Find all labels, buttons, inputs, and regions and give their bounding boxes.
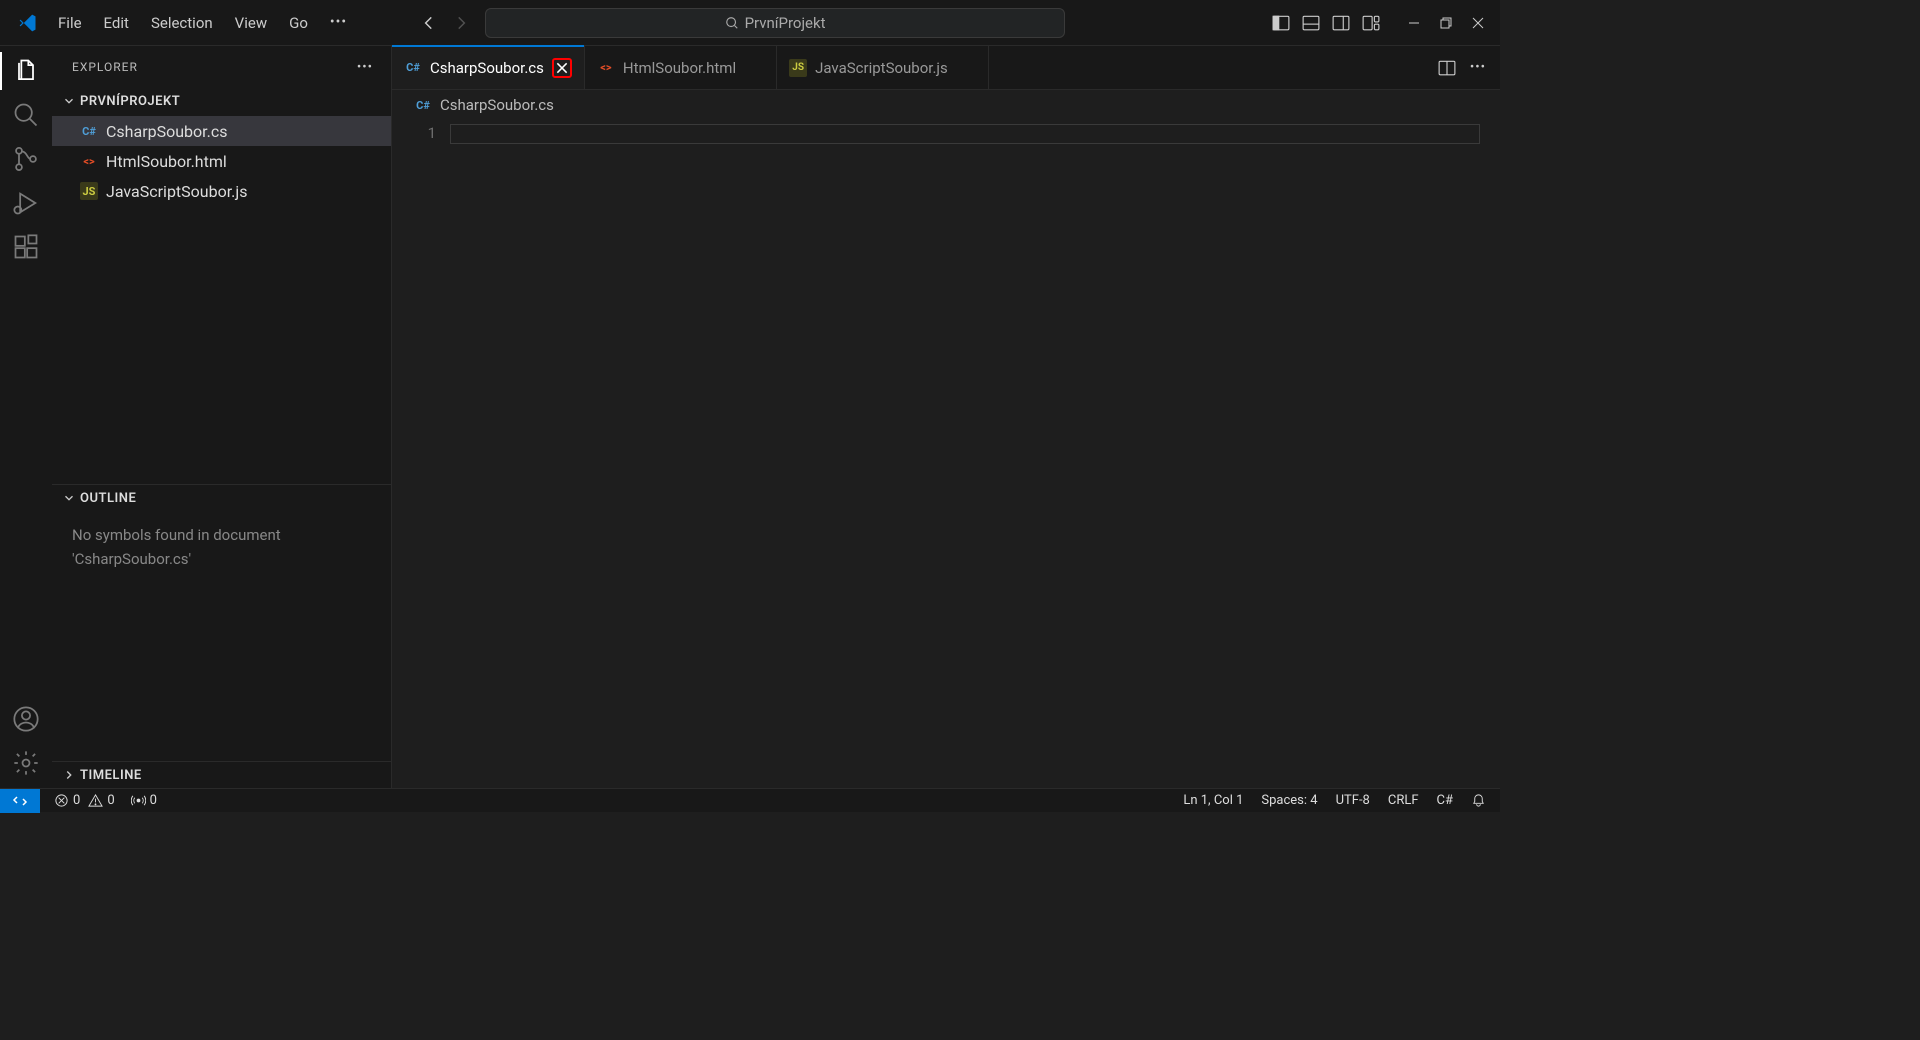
timeline-header[interactable]: TIMELINE — [52, 762, 391, 788]
js-file-icon: JS — [789, 59, 807, 77]
explorer-more-icon[interactable]: ••• — [357, 60, 373, 75]
chevron-right-icon — [62, 768, 76, 782]
csharp-file-icon: C# — [80, 122, 98, 140]
settings-activity-icon[interactable] — [11, 748, 41, 778]
ports-count: 0 — [150, 793, 157, 808]
window-controls — [1406, 15, 1486, 31]
csharp-file-icon: C# — [404, 59, 422, 77]
status-bar: 0 0 0 Ln 1, Col 1 Spaces: 4 UTF-8 CRLF C… — [0, 788, 1500, 812]
file-name: HtmlSoubor.html — [106, 152, 227, 171]
source-control-activity-icon[interactable] — [11, 144, 41, 174]
toggle-secondary-sidebar-icon[interactable] — [1332, 14, 1350, 32]
line-number: 1 — [392, 124, 436, 142]
nav-forward-icon[interactable] — [449, 11, 473, 35]
current-line-highlight — [450, 124, 1480, 144]
close-window-icon[interactable] — [1470, 15, 1486, 31]
editor-area: C# CsharpSoubor.cs <> HtmlSoubor.html JS… — [392, 46, 1500, 788]
menu-edit[interactable]: Edit — [94, 8, 139, 38]
chevron-down-icon — [62, 491, 76, 505]
command-center[interactable]: PrvníProjekt — [485, 8, 1065, 38]
tab-label: CsharpSoubor.cs — [430, 59, 544, 77]
remote-indicator-icon[interactable] — [0, 789, 40, 813]
toggle-panel-icon[interactable] — [1302, 14, 1320, 32]
search-text: PrvníProjekt — [745, 14, 826, 32]
notifications-icon[interactable] — [1471, 793, 1486, 808]
tab-html[interactable]: <> HtmlSoubor.html — [585, 46, 777, 89]
problems-status[interactable]: 0 0 — [54, 793, 115, 808]
editor-more-icon[interactable]: ••• — [1470, 60, 1486, 75]
sidebar-title: EXPLORER — [72, 60, 138, 74]
activity-bar — [0, 46, 52, 788]
search-activity-icon[interactable] — [11, 100, 41, 130]
timeline-label: TIMELINE — [80, 768, 142, 783]
run-debug-activity-icon[interactable] — [11, 188, 41, 218]
file-item[interactable]: C# CsharpSoubor.cs — [52, 116, 391, 146]
maximize-icon[interactable] — [1438, 15, 1454, 31]
outline-header[interactable]: OUTLINE — [52, 485, 391, 511]
editor-body[interactable]: 1 — [392, 120, 1500, 788]
breadcrumb-file: CsharpSoubor.cs — [440, 96, 554, 114]
project-name: PRVNÍPROJEKT — [80, 94, 180, 109]
project-folder-header[interactable]: PRVNÍPROJEKT — [52, 88, 391, 114]
ports-status[interactable]: 0 — [131, 793, 157, 808]
menu-file[interactable]: File — [48, 8, 92, 38]
sidebar: EXPLORER ••• PRVNÍPROJEKT C# CsharpSoubo… — [52, 46, 392, 788]
status-right: Ln 1, Col 1 Spaces: 4 UTF-8 CRLF C# — [1183, 793, 1500, 808]
tab-label: JavaScriptSoubor.js — [815, 59, 948, 77]
indentation-status[interactable]: Spaces: 4 — [1261, 793, 1317, 808]
explorer-activity-icon[interactable] — [11, 56, 41, 86]
menu-selection[interactable]: Selection — [141, 8, 223, 38]
layout-actions — [1272, 14, 1492, 32]
cursor-position[interactable]: Ln 1, Col 1 — [1183, 793, 1243, 808]
broadcast-icon — [131, 793, 146, 808]
outline-message: No symbols found in document 'CsharpSoub… — [52, 511, 391, 761]
sidebar-header: EXPLORER ••• — [52, 46, 391, 88]
breadcrumb[interactable]: C# CsharpSoubor.cs — [392, 90, 1500, 120]
file-name: CsharpSoubor.cs — [106, 122, 227, 141]
tab-actions: ••• — [1424, 46, 1500, 89]
titlebar: File Edit Selection View Go ••• PrvníPro… — [0, 0, 1500, 46]
vscode-logo-icon — [18, 13, 38, 33]
language-status[interactable]: C# — [1437, 793, 1453, 808]
outline-label: OUTLINE — [80, 491, 136, 506]
tab-bar: C# CsharpSoubor.cs <> HtmlSoubor.html JS… — [392, 46, 1500, 90]
status-left: 0 0 0 — [40, 793, 157, 808]
tab-csharp[interactable]: C# CsharpSoubor.cs — [392, 46, 585, 89]
extensions-activity-icon[interactable] — [11, 232, 41, 262]
menu-bar: File Edit Selection View Go ••• — [48, 8, 357, 38]
split-editor-icon[interactable] — [1438, 59, 1456, 77]
customize-layout-icon[interactable] — [1362, 14, 1380, 32]
file-item[interactable]: <> HtmlSoubor.html — [52, 146, 391, 176]
error-icon — [54, 793, 69, 808]
minimize-icon[interactable] — [1406, 15, 1422, 31]
nav-arrows — [417, 11, 473, 35]
file-item[interactable]: JS JavaScriptSoubor.js — [52, 176, 391, 206]
menu-more-icon[interactable]: ••• — [320, 8, 357, 38]
csharp-file-icon: C# — [414, 96, 432, 114]
nav-back-icon[interactable] — [417, 11, 441, 35]
tab-label: HtmlSoubor.html — [623, 59, 736, 77]
file-name: JavaScriptSoubor.js — [106, 182, 247, 201]
html-file-icon: <> — [597, 59, 615, 77]
file-tree: C# CsharpSoubor.cs <> HtmlSoubor.html JS… — [52, 114, 391, 208]
js-file-icon: JS — [80, 182, 98, 200]
outline-section: OUTLINE No symbols found in document 'Cs… — [52, 484, 391, 761]
explorer-section: PRVNÍPROJEKT C# CsharpSoubor.cs <> HtmlS… — [52, 88, 391, 208]
tab-js[interactable]: JS JavaScriptSoubor.js — [777, 46, 989, 89]
html-file-icon: <> — [80, 152, 98, 170]
line-gutter: 1 — [392, 120, 450, 788]
close-tab-icon[interactable] — [552, 58, 572, 78]
timeline-section: TIMELINE — [52, 761, 391, 788]
error-count: 0 — [73, 793, 80, 808]
encoding-status[interactable]: UTF-8 — [1336, 793, 1370, 808]
warning-icon — [88, 793, 103, 808]
warning-count: 0 — [107, 793, 114, 808]
chevron-down-icon — [62, 94, 76, 108]
eol-status[interactable]: CRLF — [1388, 793, 1419, 808]
editor-content[interactable] — [450, 120, 1500, 788]
menu-go[interactable]: Go — [279, 8, 318, 38]
toggle-primary-sidebar-icon[interactable] — [1272, 14, 1290, 32]
menu-view[interactable]: View — [225, 8, 277, 38]
accounts-activity-icon[interactable] — [11, 704, 41, 734]
